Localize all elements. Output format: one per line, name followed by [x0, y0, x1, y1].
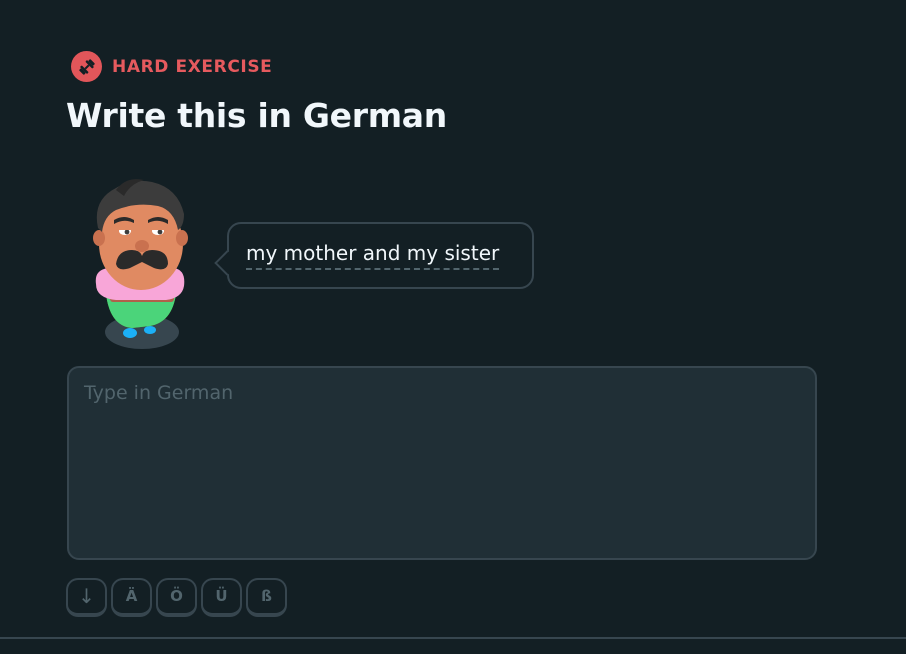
key-eszett[interactable]: ß: [246, 578, 287, 617]
key-u-umlaut[interactable]: Ü: [201, 578, 242, 617]
dumbbell-icon: [71, 51, 102, 82]
prompt-speech-bubble: my mother and my sister: [214, 222, 534, 289]
key-a-umlaut[interactable]: Ä: [111, 578, 152, 617]
footer-divider: [0, 637, 906, 639]
answer-input[interactable]: [67, 366, 817, 560]
exercise-badge: HARD EXERCISE: [71, 51, 272, 82]
exercise-page: HARD EXERCISE Write this in German my mo…: [0, 0, 906, 654]
collapse-keys-button[interactable]: ↓: [66, 578, 107, 617]
page-title: Write this in German: [66, 96, 447, 135]
key-o-umlaut[interactable]: Ö: [156, 578, 197, 617]
speech-bubble-tail: [214, 250, 240, 276]
special-characters-bar: ↓ Ä Ö Ü ß: [66, 578, 287, 617]
prompt-sentence[interactable]: my mother and my sister: [246, 242, 500, 270]
character-illustration: [86, 176, 192, 354]
exercise-badge-label: HARD EXERCISE: [112, 56, 273, 77]
